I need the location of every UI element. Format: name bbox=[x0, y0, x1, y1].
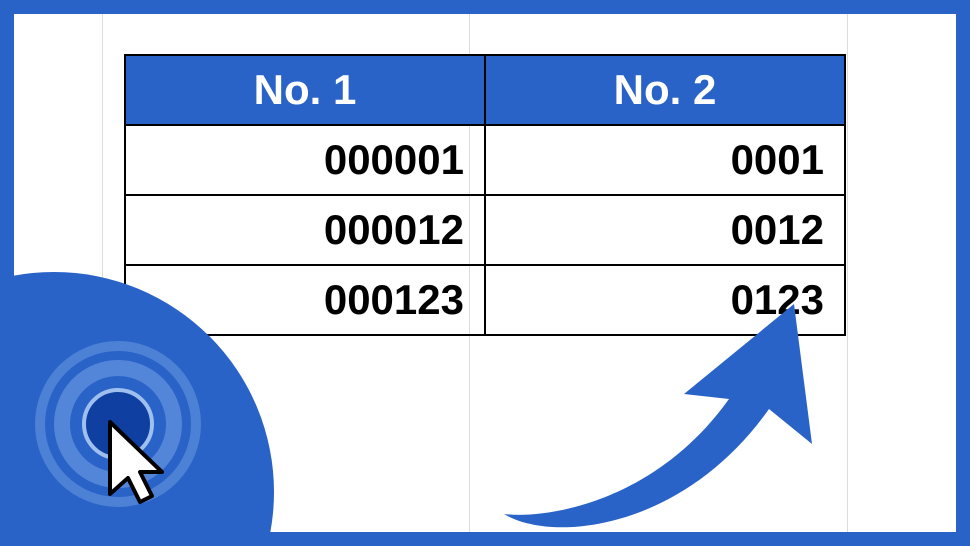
cell[interactable]: 0001 bbox=[485, 125, 845, 195]
data-table: No. 1 No. 2 000001 0001 000012 0012 0001… bbox=[124, 54, 846, 336]
cell[interactable]: 000012 bbox=[125, 195, 485, 265]
table-row: 000012 0012 bbox=[125, 195, 845, 265]
column-header-2[interactable]: No. 2 bbox=[485, 55, 845, 125]
spreadsheet-frame: No. 1 No. 2 000001 0001 000012 0012 0001… bbox=[14, 14, 956, 532]
cell[interactable]: 000001 bbox=[125, 125, 485, 195]
cell[interactable]: 0012 bbox=[485, 195, 845, 265]
cursor-click-icon bbox=[32, 334, 222, 524]
table-header-row: No. 1 No. 2 bbox=[125, 55, 845, 125]
table-row: 000123 0123 bbox=[125, 265, 845, 335]
column-header-1[interactable]: No. 1 bbox=[125, 55, 485, 125]
table-row: 000001 0001 bbox=[125, 125, 845, 195]
cell[interactable]: 0123 bbox=[485, 265, 845, 335]
